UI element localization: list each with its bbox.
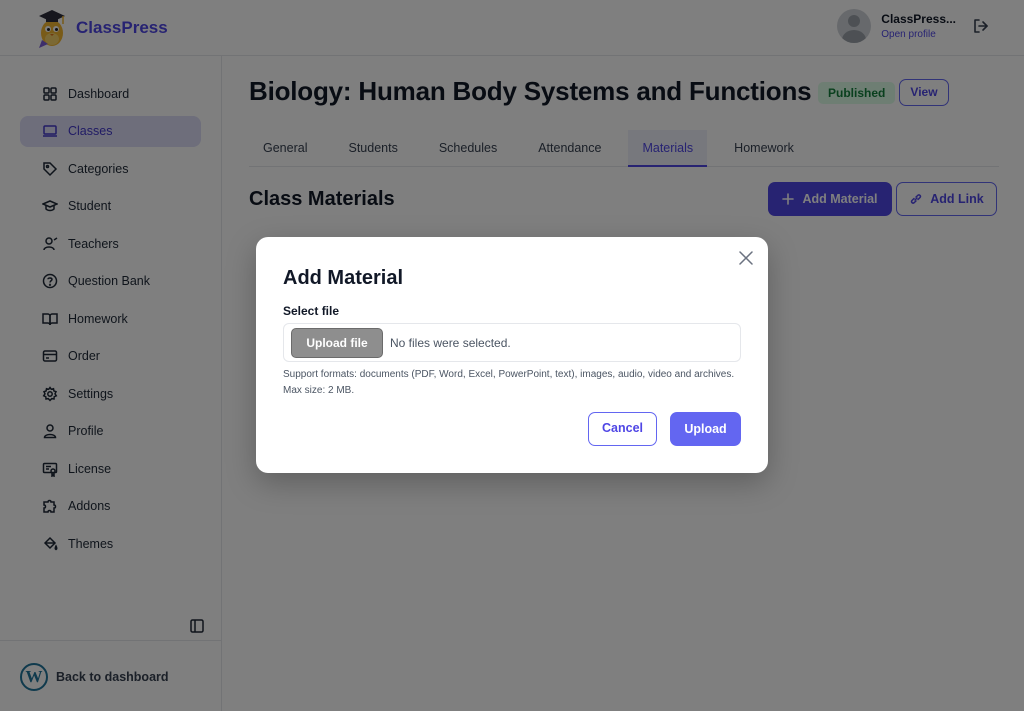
upload-file-button[interactable]: Upload file xyxy=(291,328,383,358)
cancel-button[interactable]: Cancel xyxy=(588,412,657,446)
close-icon[interactable] xyxy=(738,250,754,266)
add-material-modal: Add Material Select file Upload file No … xyxy=(256,237,768,473)
file-status-text: No files were selected. xyxy=(390,336,511,350)
supported-formats-text: Support formats: documents (PDF, Word, E… xyxy=(283,369,735,396)
select-file-label: Select file xyxy=(283,304,340,318)
modal-title: Add Material xyxy=(283,267,404,289)
file-input[interactable]: Upload file No files were selected. xyxy=(283,323,741,362)
upload-button[interactable]: Upload xyxy=(670,412,741,446)
